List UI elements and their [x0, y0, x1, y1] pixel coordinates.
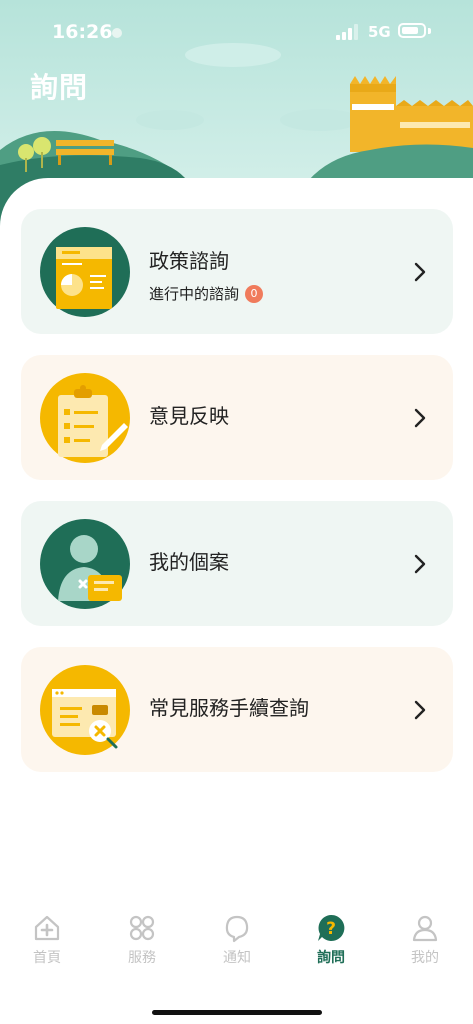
tab-label: 通知 — [223, 950, 251, 966]
service-window-icon — [40, 665, 130, 755]
network-type: 5G — [368, 23, 391, 41]
battery-icon — [398, 23, 426, 38]
status-time: 16:26 — [52, 21, 113, 43]
tab-label: 服務 — [128, 950, 156, 966]
card-title: 意見反映 — [149, 404, 229, 428]
question-bubble-icon: ? — [318, 914, 345, 941]
tab-services[interactable]: 服務 — [107, 905, 177, 980]
tab-label: 詢問 — [317, 950, 345, 966]
signal-strength-icon — [336, 24, 358, 40]
person-case-icon — [40, 519, 130, 609]
ongoing-count-badge: 0 — [245, 285, 264, 303]
ongoing-consultation-label: 進行中的諮詢 — [149, 285, 240, 303]
chevron-right-icon — [414, 554, 426, 573]
chevron-right-icon — [414, 700, 426, 719]
status-bar: 16:26 5G — [0, 0, 473, 64]
battery-tip — [428, 28, 431, 34]
profile-icon — [412, 915, 438, 942]
tab-inquiry[interactable]: ? 詢問 — [296, 905, 366, 980]
card-title: 常見服務手續查詢 — [149, 696, 309, 720]
notification-icon — [225, 915, 249, 943]
card-title: 我的個案 — [149, 550, 229, 574]
page-title: 詢問 — [30, 71, 89, 104]
service-procedure-card[interactable]: 常見服務手續查詢 — [21, 647, 453, 772]
home-indicator[interactable] — [152, 1010, 322, 1015]
feedback-card[interactable]: 意見反映 — [21, 355, 453, 480]
tab-label: 我的 — [411, 950, 439, 966]
tab-notifications[interactable]: 通知 — [202, 905, 272, 980]
card-subtitle: 進行中的諮詢 0 — [149, 283, 264, 304]
tab-home[interactable]: 首頁 — [12, 905, 82, 980]
chevron-right-icon — [414, 262, 426, 281]
home-icon — [34, 915, 60, 941]
tab-profile[interactable]: 我的 — [390, 905, 460, 980]
clipboard-feedback-icon — [40, 373, 130, 463]
tab-label: 首頁 — [33, 950, 61, 966]
bottom-tab-bar: 首頁 服務 通知 ? 詢問 我的 — [0, 905, 473, 985]
my-cases-card[interactable]: 我的個案 — [21, 501, 453, 626]
status-indicator-dot — [112, 28, 122, 38]
svg-text:?: ? — [326, 919, 336, 939]
policy-consultation-card[interactable]: 政策諮詢 進行中的諮詢 0 — [21, 209, 453, 334]
policy-chart-icon — [40, 227, 130, 317]
card-title: 政策諮詢 — [149, 249, 229, 273]
services-grid-icon — [129, 915, 155, 941]
chevron-right-icon — [414, 408, 426, 427]
